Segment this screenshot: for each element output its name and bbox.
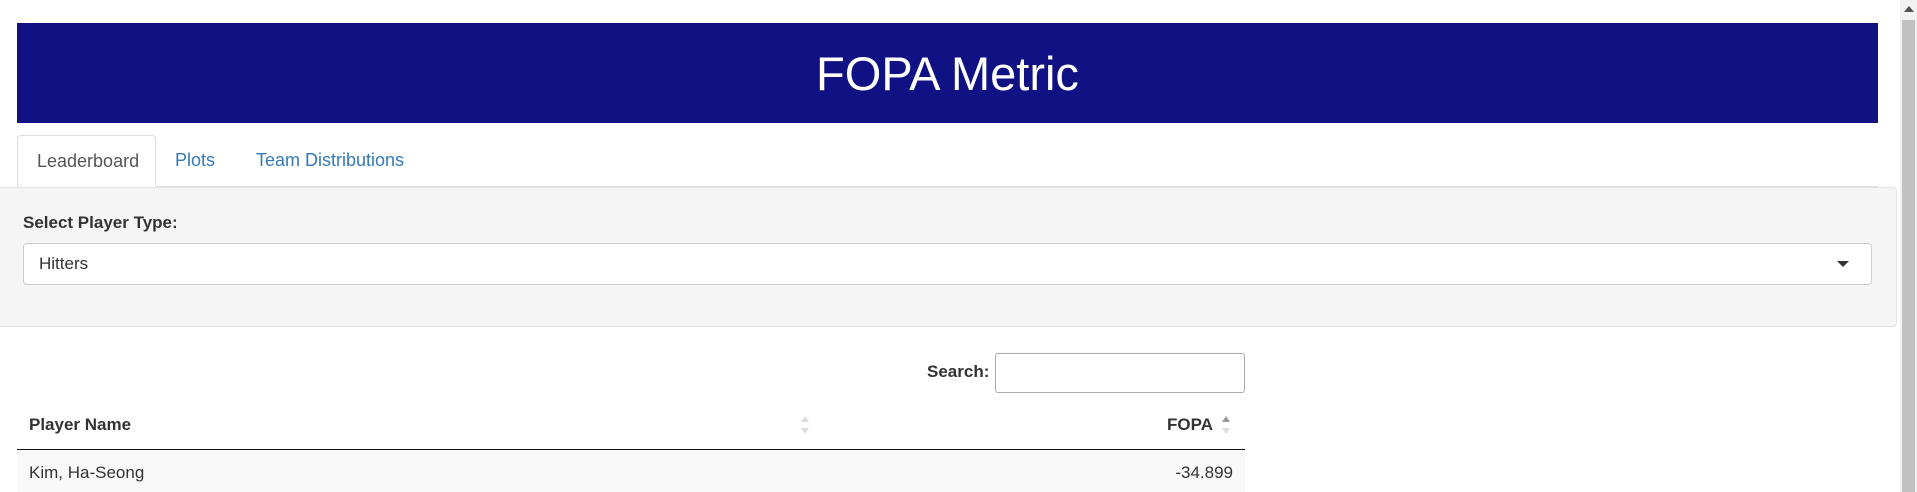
leaderboard-table: Player Name FOPA Kim, Ha-Seong -34.899 [17,400,1245,492]
player-type-label: Select Player Type: [23,213,178,232]
header-banner: FOPA Metric [17,23,1878,123]
tab-plots[interactable]: Plots [156,135,234,186]
tab-bar: Leaderboard Plots Team Distributions [17,135,1878,187]
table-row[interactable]: Kim, Ha-Seong -34.899 [17,450,1245,492]
player-type-select[interactable]: Hitters [23,243,1872,285]
cell-fopa: -34.899 [1175,463,1233,482]
cell-player-name: Kim, Ha-Seong [29,463,145,482]
page: FOPA Metric Leaderboard Plots Team Distr… [0,0,1917,492]
table-header: Player Name FOPA [17,400,1245,450]
page-title: FOPA Metric [816,46,1079,100]
tab-team-distributions[interactable]: Team Distributions [237,135,423,186]
chevron-down-icon [1837,261,1849,267]
player-type-value: Hitters [39,254,89,273]
column-header-fopa[interactable]: FOPA [1167,400,1213,450]
scrollbar-thumb[interactable] [1902,20,1915,492]
search-input[interactable] [995,353,1245,393]
vertical-scrollbar[interactable] [1900,0,1917,492]
search-label: Search: [927,362,990,381]
scroll-up-arrow-icon[interactable] [1904,6,1914,12]
sort-ascending-icon[interactable] [1220,413,1232,437]
sort-icon[interactable] [799,413,811,437]
column-header-player-name[interactable]: Player Name [29,400,131,450]
tab-leaderboard[interactable]: Leaderboard [17,135,156,187]
